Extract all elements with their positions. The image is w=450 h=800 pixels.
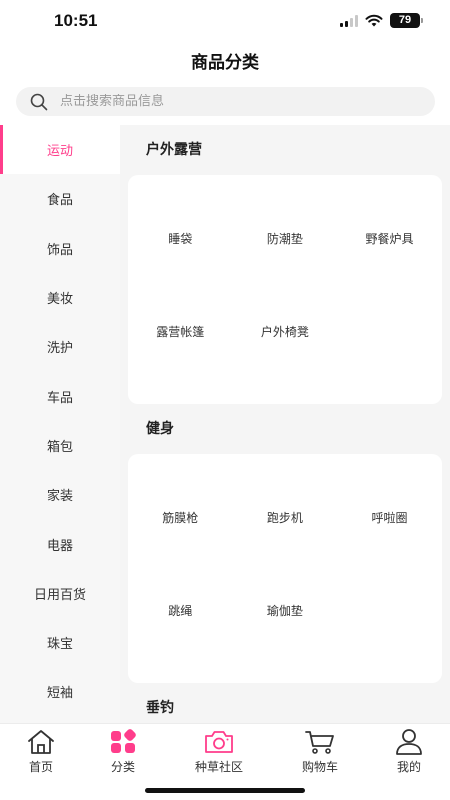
subcategory-item[interactable]: 呼啦圈 xyxy=(337,510,442,603)
sidebar-item-home-decor[interactable]: 家装 xyxy=(0,470,120,519)
search-bar[interactable] xyxy=(16,87,435,116)
cart-icon xyxy=(305,731,334,754)
sidebar-item-label: 洗护 xyxy=(46,341,73,357)
home-icon xyxy=(28,730,54,754)
subcategory-card: 睡袋 防潮垫 野餐炉具 露营帐篷 户外椅凳 xyxy=(128,175,442,404)
tab-profile[interactable]: 我的 xyxy=(364,726,450,775)
sidebar-item-jewelry[interactable]: 珠宝 xyxy=(0,618,120,667)
cellular-signal-icon xyxy=(340,14,358,27)
status-bar: 10:51 79 xyxy=(0,0,450,44)
sidebar-item-tshirts[interactable]: 短袖 xyxy=(0,667,120,716)
tab-label: 分类 xyxy=(110,760,135,774)
tab-label: 种草社区 xyxy=(194,760,243,774)
sidebar-item-sports[interactable]: 运动 xyxy=(0,125,120,175)
sidebar-item-bags[interactable]: 箱包 xyxy=(0,421,120,470)
sidebar-item-label: 珠宝 xyxy=(46,637,73,653)
section-title: 垂钓 xyxy=(146,700,174,716)
status-icons: 79 xyxy=(340,13,423,28)
sidebar-item-toiletries[interactable]: 洗护 xyxy=(0,322,120,371)
tab-home[interactable]: 首页 xyxy=(0,726,86,775)
sidebar-item-makeup[interactable]: 美妆 xyxy=(0,273,120,322)
subcategory-item[interactable]: 瑜伽垫 xyxy=(233,603,338,683)
subcategory-item[interactable]: 筋膜枪 xyxy=(128,510,233,603)
subcategory-card: 筋膜枪 跑步机 呼啦圈 跳绳 瑜伽垫 xyxy=(128,454,442,683)
subcategory-panel: 户外露营 睡袋 防潮垫 野餐炉具 露营帐篷 户外椅凳 健身 筋膜枪 跑步机 呼啦… xyxy=(120,125,450,723)
status-time: 10:51 xyxy=(54,11,98,30)
section-title: 户外露营 xyxy=(146,142,202,158)
sidebar-item-label: 家装 xyxy=(46,489,73,505)
category-sidebar: 运动 食品 饰品 美妆 洗护 车品 箱包 家装 电器 日用百货 珠宝 短袖 xyxy=(0,125,120,723)
sidebar-item-label: 饰品 xyxy=(46,242,73,258)
tab-label: 我的 xyxy=(396,760,421,774)
subcategory-item[interactable]: 跑步机 xyxy=(233,510,338,603)
profile-icon xyxy=(396,729,422,755)
sidebar-item-label: 车品 xyxy=(46,390,73,406)
subcategory-item[interactable]: 露营帐篷 xyxy=(128,324,233,404)
sidebar-item-label: 美妆 xyxy=(46,292,73,308)
tab-label: 购物车 xyxy=(301,760,338,774)
category-icon xyxy=(111,729,136,753)
sidebar-item-daily-goods[interactable]: 日用百货 xyxy=(0,569,120,618)
search-input[interactable] xyxy=(60,94,380,109)
subcategory-item[interactable]: 跳绳 xyxy=(128,603,233,683)
sidebar-item-car-goods[interactable]: 车品 xyxy=(0,371,120,420)
sidebar-item-food[interactable]: 食品 xyxy=(0,174,120,223)
tab-cart[interactable]: 购物车 xyxy=(275,726,365,775)
sidebar-item-accessories[interactable]: 饰品 xyxy=(0,224,120,273)
tab-label: 首页 xyxy=(28,760,53,774)
search-icon xyxy=(30,93,48,110)
sidebar-item-label: 短袖 xyxy=(46,686,73,702)
wifi-icon xyxy=(365,14,383,27)
sidebar-item-appliances[interactable]: 电器 xyxy=(0,519,120,568)
tab-community[interactable]: 种草社区 xyxy=(174,726,264,775)
sidebar-item-label: 电器 xyxy=(46,538,73,554)
camera-icon xyxy=(205,731,233,753)
sidebar-item-label: 箱包 xyxy=(46,439,73,455)
sidebar-item-label: 日用百货 xyxy=(33,587,86,603)
subcategory-item[interactable]: 睡袋 xyxy=(128,231,233,324)
subcategory-item[interactable]: 户外椅凳 xyxy=(233,324,338,404)
tab-category[interactable]: 分类 xyxy=(78,726,168,775)
sidebar-item-label: 运动 xyxy=(46,144,73,160)
subcategory-item[interactable]: 防潮垫 xyxy=(233,231,338,324)
home-indicator xyxy=(145,788,305,793)
page-title: 商品分类 xyxy=(191,53,259,73)
sidebar-item-label: 食品 xyxy=(46,193,73,209)
section-title: 健身 xyxy=(146,421,174,437)
battery-icon: 79 xyxy=(390,13,423,28)
subcategory-item[interactable]: 野餐炉具 xyxy=(337,231,442,324)
